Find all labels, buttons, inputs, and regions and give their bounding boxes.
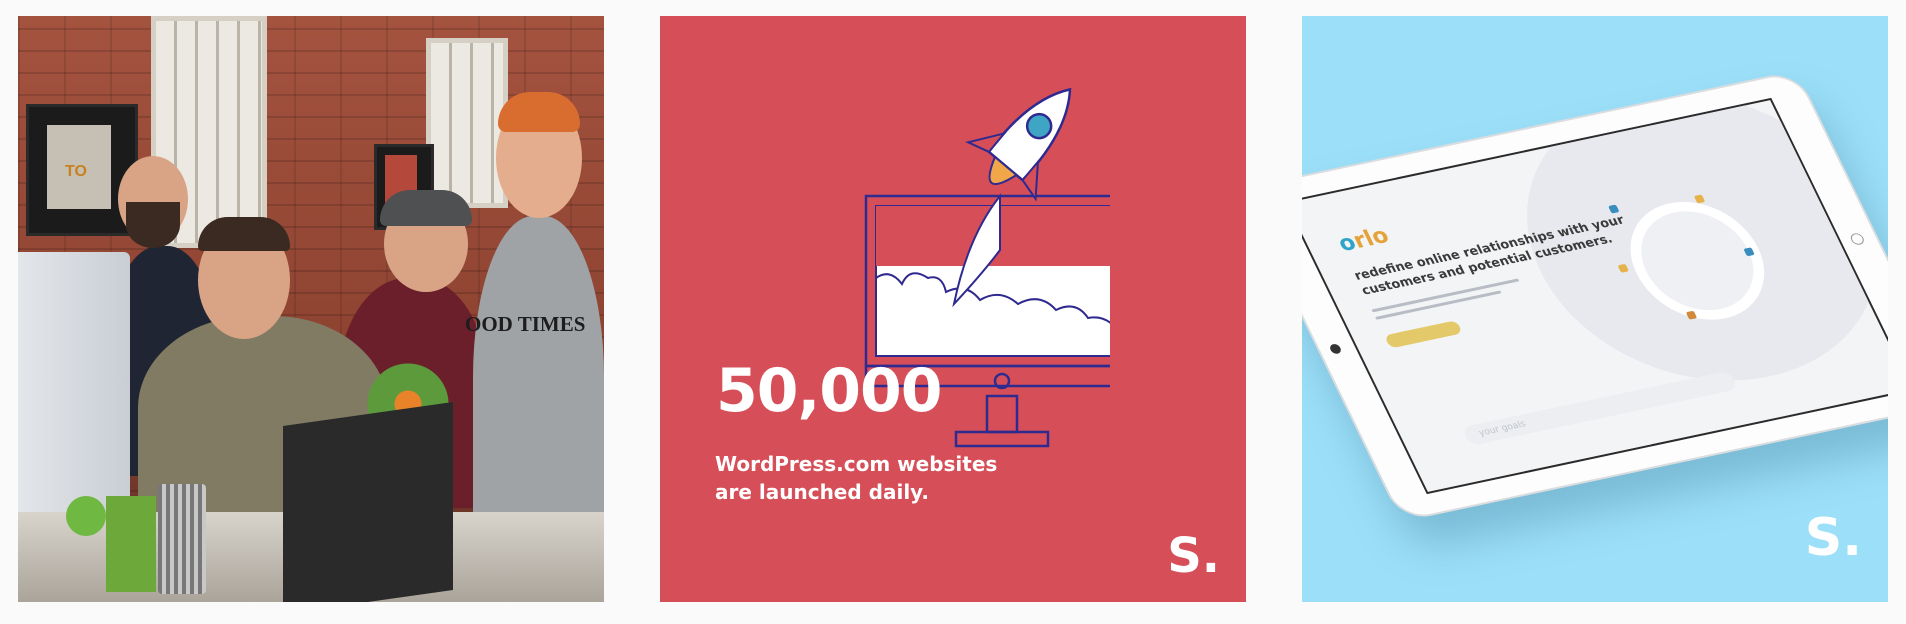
- magazine-file-holder: [283, 402, 453, 602]
- apple: [66, 496, 106, 536]
- person-head: [198, 217, 290, 339]
- shirt-print-text: OOD TIMES: [465, 312, 586, 336]
- brand-logo: S.: [1167, 528, 1220, 584]
- tablet-home-button: [1328, 343, 1343, 355]
- wall-sign-text: TO: [65, 163, 87, 180]
- tablet-screen: orlo redefine online relationships with …: [1302, 97, 1888, 495]
- post-tile-office-photo[interactable]: TO OOD TIMES: [18, 16, 604, 602]
- computer-monitor: [18, 252, 130, 512]
- travel-mug: [158, 484, 206, 594]
- person-head: [118, 156, 188, 248]
- brand-logo: S.: [1804, 508, 1862, 568]
- screen-cta-button: [1384, 320, 1463, 349]
- stat-caption: WordPress.com websites are launched dail…: [715, 452, 998, 504]
- goals-input: your goals: [1461, 370, 1739, 447]
- office-window: [426, 38, 508, 208]
- person-head: [496, 92, 582, 218]
- tablet-mockup: orlo redefine online relationships with …: [1302, 70, 1888, 522]
- tablet-camera: [1848, 232, 1866, 246]
- post-tile-orlo-tablet[interactable]: orlo redefine online relationships with …: [1302, 16, 1888, 602]
- orlo-logo: orlo: [1334, 223, 1394, 257]
- stat-number: 50,000: [716, 356, 943, 426]
- person-head: [380, 190, 472, 292]
- post-tile-wordpress-stat[interactable]: 50,000 WordPress.com websites are launch…: [660, 16, 1246, 602]
- tablet-device: orlo redefine online relationships with …: [1302, 70, 1888, 522]
- green-box: [106, 496, 156, 592]
